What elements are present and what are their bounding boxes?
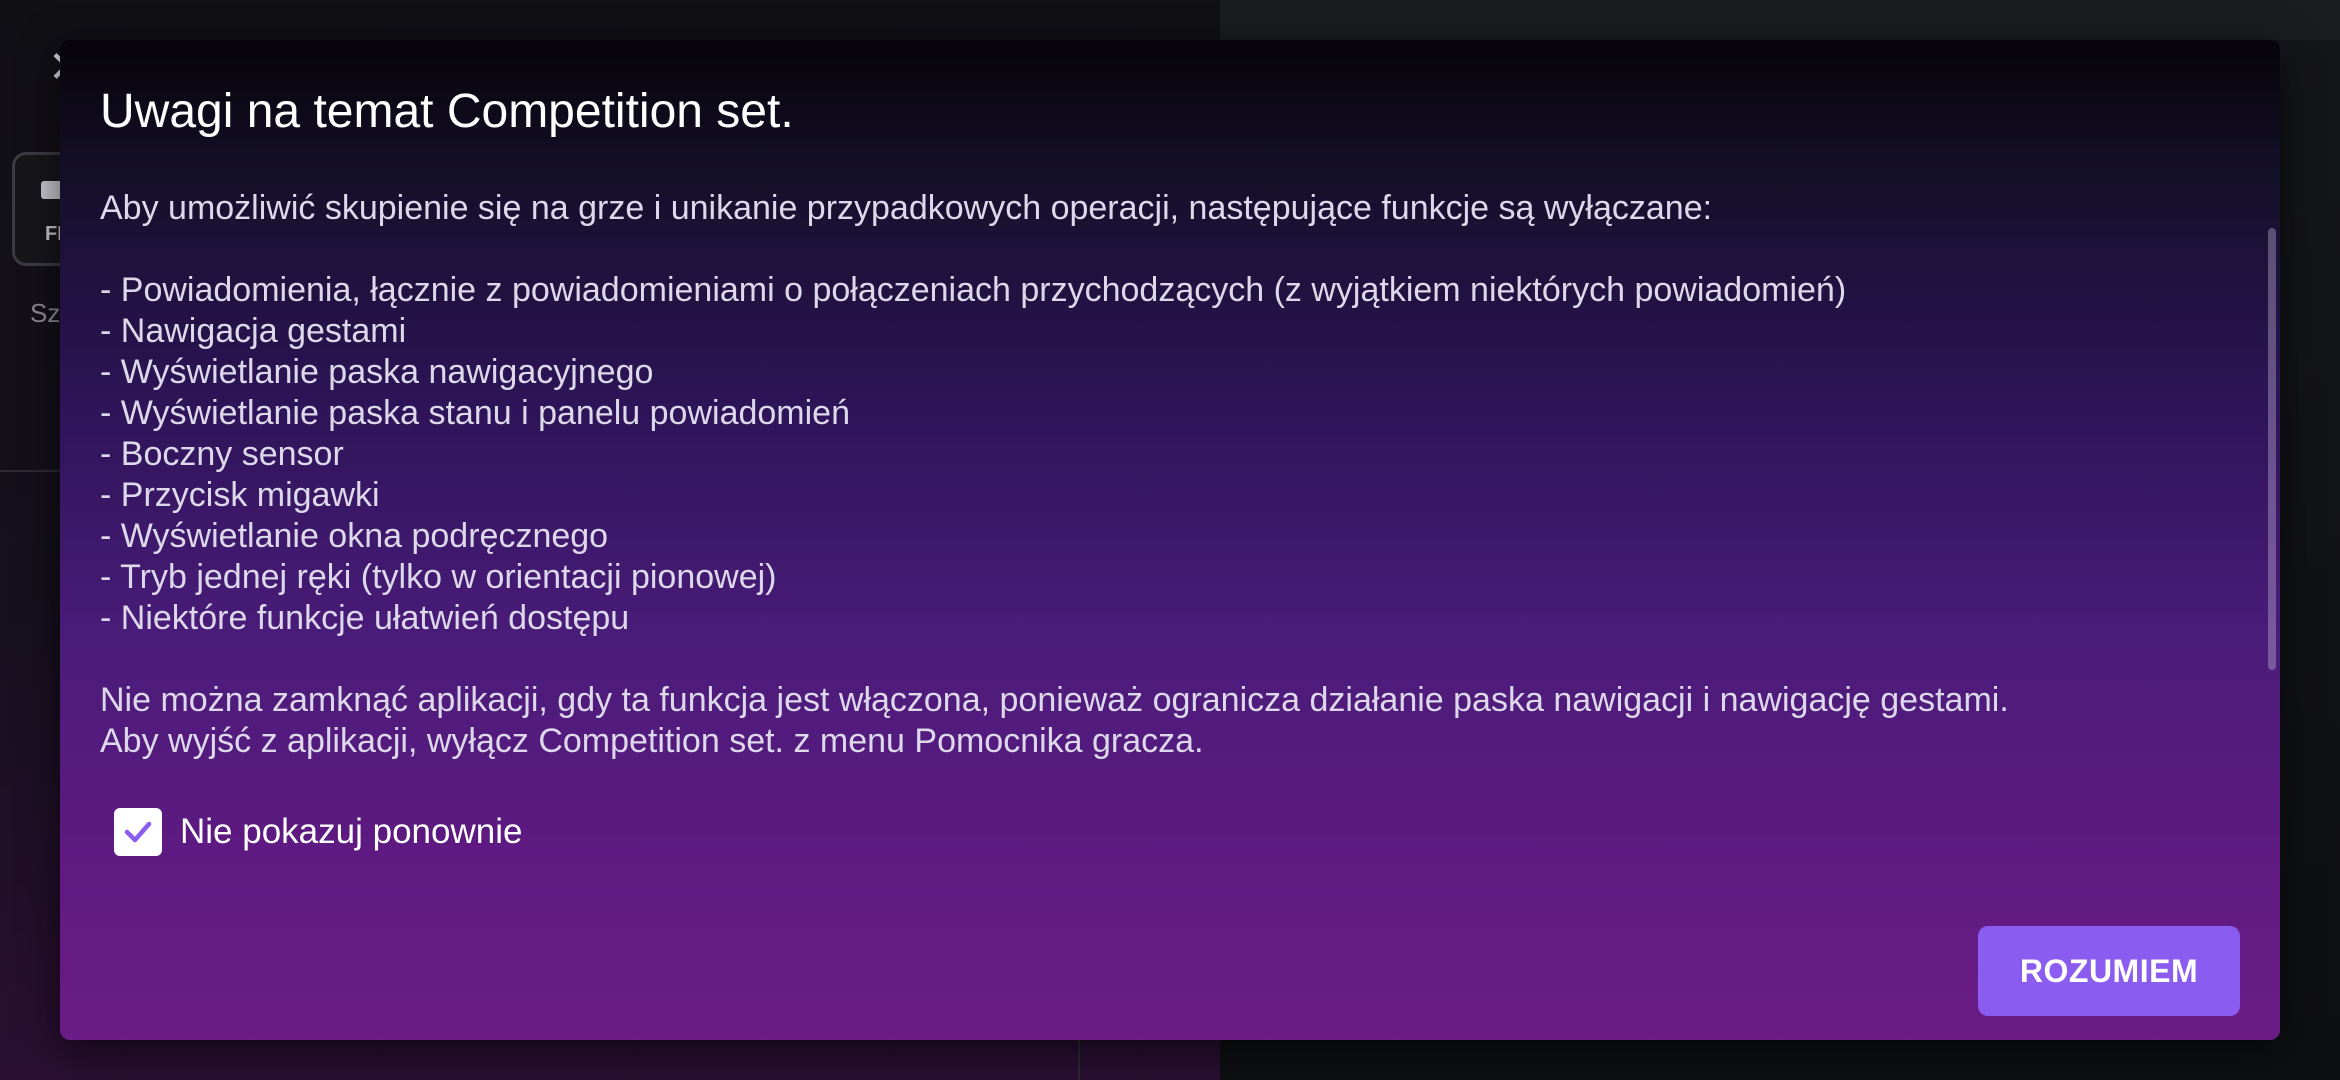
list-item: - Wyświetlanie paska nawigacyjnego [100, 353, 654, 391]
list-item: - Niektóre funkcje ułatwień dostępu [100, 599, 630, 637]
dont-show-again-checkbox[interactable] [114, 808, 162, 856]
list-item: - Przycisk migawki [100, 476, 380, 514]
dont-show-again-checkbox-row[interactable]: Nie pokazuj ponownie [114, 806, 522, 858]
background-section-label: Sz [30, 298, 61, 328]
dialog-title: Uwagi na temat Competition set. [100, 85, 794, 138]
dialog-scrollbar[interactable] [2268, 188, 2276, 786]
dialog-body-scrollable[interactable]: Aby umożliwić skupienie się na grze i un… [100, 188, 2240, 786]
dialog-intro-text: Aby umożliwić skupienie się na grze i un… [100, 189, 1713, 227]
list-item: - Tryb jednej ręki (tylko w orientacji p… [100, 558, 777, 596]
competition-set-dialog: Uwagi na temat Competition set. Aby umoż… [60, 40, 2280, 1040]
dialog-outro-text: Nie można zamknąć aplikacji, gdy ta funk… [100, 681, 2009, 719]
list-item: - Powiadomienia, łącznie z powiadomienia… [100, 271, 1847, 309]
background-vertical-divider [1078, 1040, 1080, 1080]
scrollbar-thumb[interactable] [2268, 228, 2276, 670]
disabled-features-list: - Powiadomienia, łącznie z powiadomienia… [100, 270, 2240, 639]
checkmark-icon [124, 821, 152, 843]
dialog-outro-text-cut: Aby wyjść z aplikacji, wyłącz Competitio… [100, 722, 1204, 760]
dont-show-again-label[interactable]: Nie pokazuj ponownie [180, 812, 522, 852]
list-item: - Boczny sensor [100, 435, 344, 473]
background-top-strip [1220, 0, 2340, 40]
list-item: - Wyświetlanie okna podręcznego [100, 517, 609, 555]
list-item: - Nawigacja gestami [100, 312, 407, 350]
understand-button[interactable]: ROZUMIEM [1978, 926, 2240, 1016]
list-item: - Wyświetlanie paska stanu i panelu powi… [100, 394, 850, 432]
